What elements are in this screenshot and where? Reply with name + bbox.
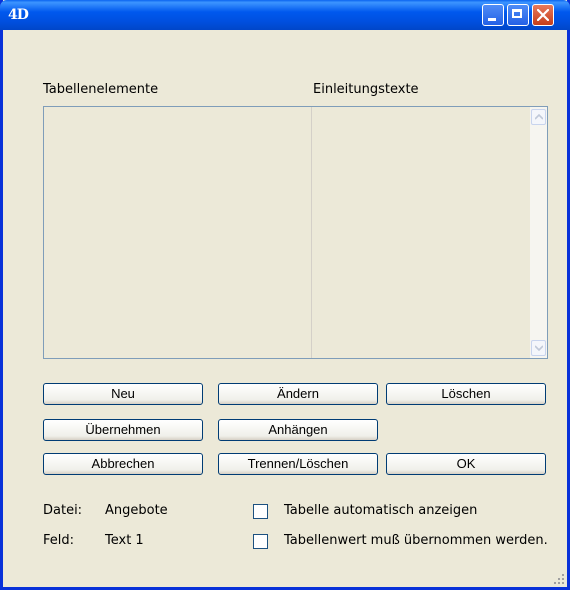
app-logo-icon: 4D (8, 7, 29, 23)
scroll-down-button[interactable] (531, 340, 546, 356)
aendern-button[interactable]: Ändern (218, 383, 378, 405)
column-header-einleitungstexte: Einleitungstexte (313, 82, 419, 97)
loeschen-button[interactable]: Löschen (386, 383, 546, 405)
abbrechen-button[interactable]: Abbrechen (43, 453, 203, 475)
vertical-scrollbar[interactable] (530, 107, 547, 358)
minimize-button[interactable] (482, 4, 504, 26)
must-accept-label[interactable]: Tabellenwert muß übernommen werden. (284, 533, 548, 548)
dialog-window: 4D Tabellenelemente Einleitungstexte Neu… (0, 0, 570, 590)
column-divider (311, 107, 312, 358)
ok-button[interactable]: OK (386, 453, 546, 475)
auto-show-checkbox[interactable] (253, 504, 268, 519)
neu-button[interactable]: Neu (43, 383, 203, 405)
maximize-button[interactable] (507, 4, 529, 26)
anhaengen-button[interactable]: Anhängen (218, 419, 378, 441)
column-header-tabellenelemente: Tabellenelemente (43, 82, 159, 97)
datei-label: Datei: (43, 503, 83, 518)
auto-show-label[interactable]: Tabelle automatisch anzeigen (284, 503, 477, 518)
uebernehmen-button[interactable]: Übernehmen (43, 419, 203, 441)
scroll-up-button[interactable] (531, 109, 546, 125)
trennen-loeschen-button[interactable]: Trennen/Löschen (218, 453, 378, 475)
title-bar[interactable]: 4D (0, 0, 570, 30)
chevron-up-icon (535, 114, 543, 120)
feld-value: Text 1 (105, 533, 144, 548)
datei-value: Angebote (105, 503, 168, 518)
close-icon (537, 9, 549, 21)
resize-grip-icon[interactable] (553, 573, 565, 585)
feld-label: Feld: (43, 533, 75, 548)
must-accept-checkbox[interactable] (253, 534, 268, 549)
close-button[interactable] (532, 4, 554, 26)
chevron-down-icon (535, 345, 543, 351)
table-elements-list[interactable] (43, 106, 548, 359)
